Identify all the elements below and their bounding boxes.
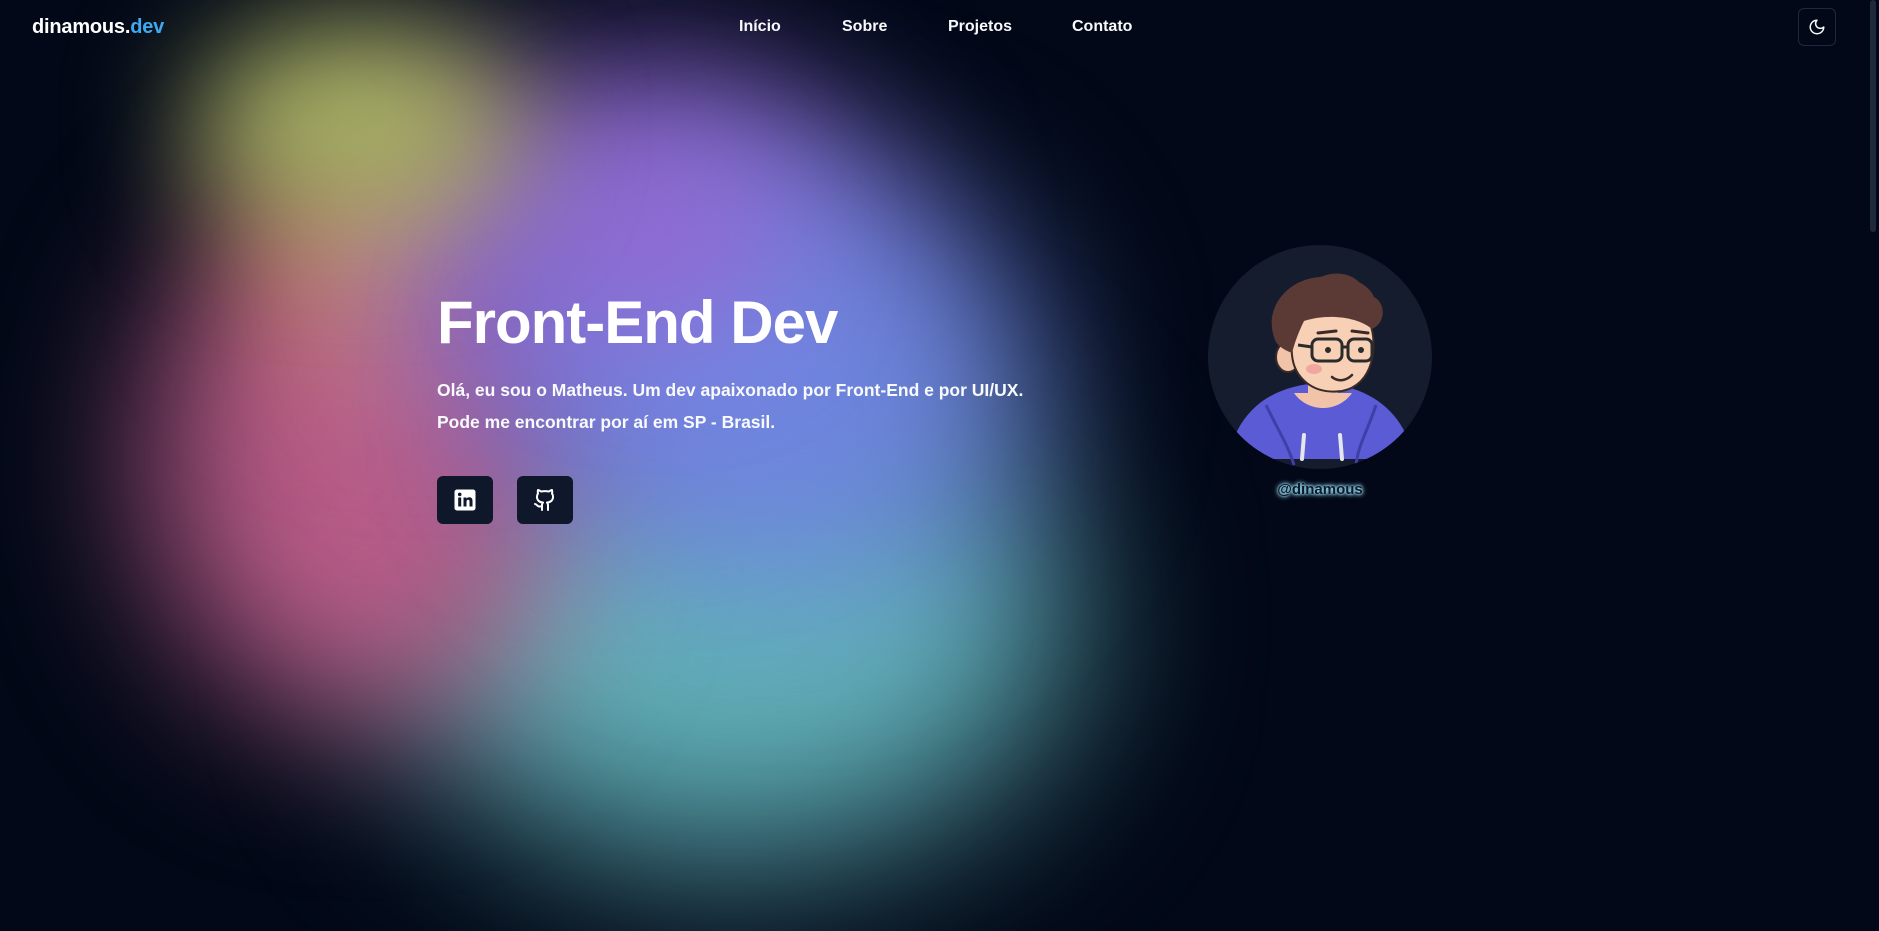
linkedin-icon: [454, 489, 476, 511]
theme-toggle-button[interactable]: [1798, 8, 1836, 46]
hero-description: Olá, eu sou o Matheus. Um dev apaixonado…: [437, 374, 1023, 438]
linkedin-button[interactable]: [437, 476, 493, 524]
nav-link-sobre[interactable]: Sobre: [842, 18, 887, 36]
nav-link-contato[interactable]: Contato: [1072, 18, 1132, 36]
navbar: dinamous.dev Início Sobre Projetos Conta…: [0, 0, 1879, 58]
scrollbar-thumb[interactable]: [1870, 0, 1876, 232]
github-button[interactable]: [517, 476, 573, 524]
profile-handle: @dinamous: [1277, 481, 1363, 498]
hero-description-line-2: Pode me encontrar por aí em SP - Brasil.: [437, 412, 776, 432]
moon-icon: [1809, 19, 1825, 35]
hero-title: Front-End Dev: [437, 289, 838, 356]
gradient-background: [0, 0, 1879, 931]
scrollbar[interactable]: [1867, 0, 1879, 931]
gradient-blob-teal: [390, 380, 1070, 860]
nav-link-projetos[interactable]: Projetos: [948, 18, 1012, 36]
github-icon: [534, 489, 555, 511]
avatar: [1208, 245, 1432, 469]
nav-link-inicio[interactable]: Início: [739, 18, 781, 36]
nav-links: Início Sobre Projetos Contato: [0, 18, 1879, 42]
page: dinamous.dev Início Sobre Projetos Conta…: [0, 0, 1879, 931]
hero-description-line-1: Olá, eu sou o Matheus. Um dev apaixonado…: [437, 380, 1024, 400]
gradient-blob-pink: [150, 200, 570, 720]
cartoon-avatar-icon: [1228, 273, 1414, 466]
